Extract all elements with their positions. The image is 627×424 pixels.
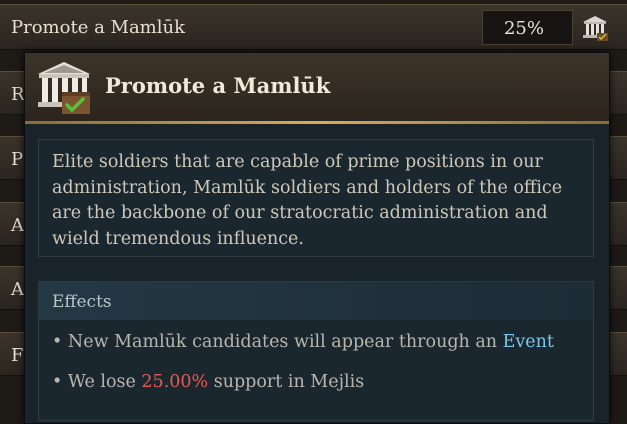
option-percentage: 25% xyxy=(503,18,544,39)
effects-header: Effects xyxy=(39,282,593,320)
effect-item: • We lose 25.00% support in Mejlis xyxy=(52,372,364,392)
effect-text: We lose xyxy=(67,372,142,392)
description-box: Elite soldiers that are capable of prime… xyxy=(38,139,594,257)
option-label: A xyxy=(11,215,24,236)
effect-text: support in Mejlis xyxy=(208,372,365,392)
event-link[interactable]: Event xyxy=(503,332,554,352)
option-row-promote-mamluk[interactable]: Promote a Mamlūk 25% xyxy=(0,4,627,50)
effect-text: New Mamlūk candidates will appear throug… xyxy=(67,332,503,352)
effect-item: • New Mamlūk candidates will appear thro… xyxy=(52,332,554,352)
court-building-icon xyxy=(583,16,608,41)
effects-title: Effects xyxy=(52,292,112,312)
court-building-check-icon xyxy=(38,62,90,114)
option-label: Promote a Mamlūk xyxy=(11,17,186,38)
option-label: P xyxy=(11,149,24,170)
tooltip-panel: Promote a Mamlūk Elite soldiers that are… xyxy=(24,52,610,424)
bullet: • xyxy=(52,372,63,392)
option-label: F xyxy=(11,345,24,366)
bullet: • xyxy=(52,332,63,352)
option-label: R xyxy=(11,84,25,105)
tooltip-header: Promote a Mamlūk xyxy=(25,53,609,121)
description-text: Elite soldiers that are capable of prime… xyxy=(52,152,563,249)
effects-box: Effects • New Mamlūk candidates will app… xyxy=(38,281,594,421)
option-label: A xyxy=(11,279,24,300)
option-percentage-box: 25% xyxy=(482,10,573,45)
header-divider xyxy=(25,121,609,124)
tooltip-title: Promote a Mamlūk xyxy=(105,73,331,98)
support-loss-value: 25.00% xyxy=(141,372,209,392)
